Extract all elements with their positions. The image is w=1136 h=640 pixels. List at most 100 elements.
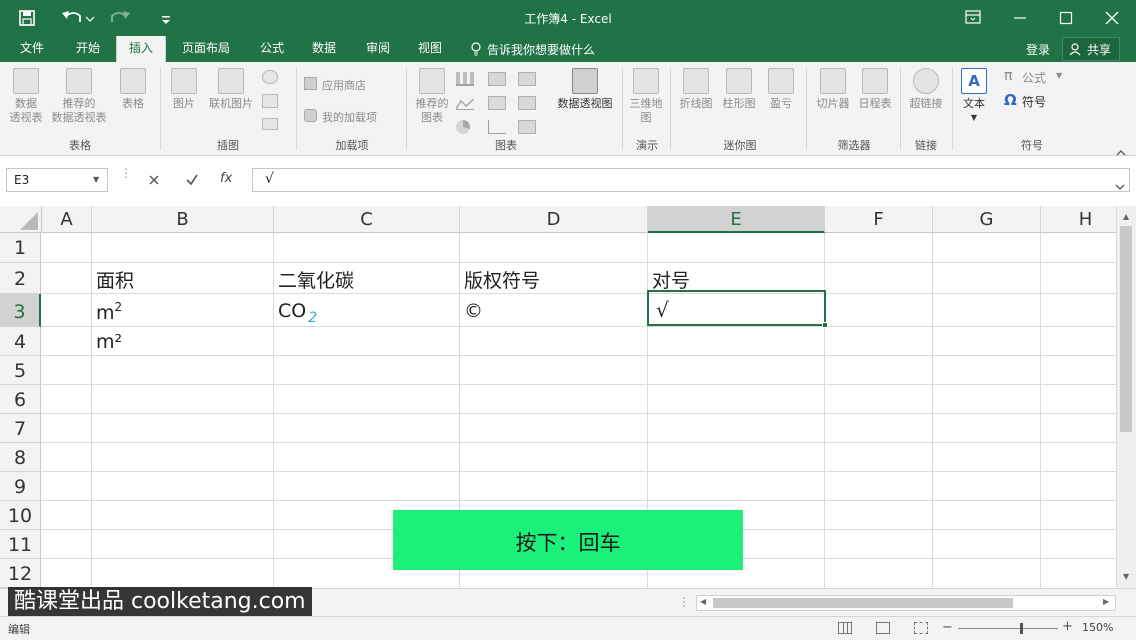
row-header-10[interactable]: 10 xyxy=(0,501,41,530)
combo-chart-icon[interactable] xyxy=(518,120,536,134)
row-header-12[interactable]: 12 xyxy=(0,559,41,588)
smartart-icon[interactable] xyxy=(262,94,278,108)
row-header-2[interactable]: 2 xyxy=(0,263,41,294)
pictures-button[interactable]: 图片 xyxy=(166,68,202,111)
cell-d3[interactable]: © xyxy=(464,300,483,322)
timeline-button[interactable]: 日程表 xyxy=(854,68,896,111)
insert-function-icon[interactable]: fx xyxy=(220,171,232,186)
tab-file[interactable]: 文件 xyxy=(12,36,52,62)
tab-insert[interactable]: 插入 xyxy=(116,36,166,62)
store-button[interactable]: 应用商店 xyxy=(304,76,400,94)
pie-chart-icon[interactable] xyxy=(456,120,470,134)
scroll-right-icon[interactable]: ▶ xyxy=(1103,597,1109,606)
row-header-1[interactable]: 1 xyxy=(0,233,41,263)
online-pictures-button[interactable]: 联机图片 xyxy=(204,68,258,111)
formula-input[interactable]: √ xyxy=(252,168,1130,192)
column-chart-icon[interactable] xyxy=(456,72,474,86)
scroll-left-icon[interactable]: ◀ xyxy=(700,597,706,606)
undo-icon[interactable] xyxy=(60,8,96,28)
tab-data[interactable]: 数据 xyxy=(304,36,344,62)
stat-chart-icon[interactable] xyxy=(488,96,506,110)
recommended-charts-button[interactable]: 推荐的 图表 xyxy=(412,68,452,125)
collapse-ribbon-icon[interactable] xyxy=(1116,142,1126,156)
row-header-7[interactable]: 7 xyxy=(0,414,41,443)
cell-d2[interactable]: 版权符号 xyxy=(464,266,540,293)
tab-home[interactable]: 开始 xyxy=(68,36,108,62)
cell-c2[interactable]: 二氧化碳 xyxy=(278,266,354,293)
col-header-d[interactable]: D xyxy=(460,206,648,233)
cell-c3[interactable]: CO 2 xyxy=(278,300,317,326)
pivot-table-button[interactable]: 数据 透视表 xyxy=(6,68,46,125)
shapes-icon[interactable] xyxy=(262,70,278,84)
row-header-6[interactable]: 6 xyxy=(0,385,41,414)
scroll-down-icon[interactable]: ▼ xyxy=(1123,572,1129,581)
sparkline-column-button[interactable]: 柱形图 xyxy=(718,68,760,111)
line-chart-icon[interactable] xyxy=(455,96,475,110)
col-header-e[interactable]: E xyxy=(648,206,825,233)
col-header-c[interactable]: C xyxy=(274,206,460,233)
equation-button[interactable]: π 公式 ▼ xyxy=(1004,68,1066,86)
row-header-9[interactable]: 9 xyxy=(0,472,41,501)
select-all-corner[interactable] xyxy=(0,206,42,233)
zoom-slider[interactable] xyxy=(958,628,1058,629)
close-icon[interactable] xyxy=(1104,10,1120,26)
h-scroll-thumb[interactable] xyxy=(713,598,1013,608)
tab-formulas[interactable]: 公式 xyxy=(252,36,292,62)
hierarchy-chart-icon[interactable] xyxy=(488,72,506,86)
sign-in-link[interactable]: 登录 xyxy=(1026,41,1050,58)
tab-review[interactable]: 审阅 xyxy=(358,36,398,62)
slicer-button[interactable]: 切片器 xyxy=(812,68,854,111)
screenshot-icon[interactable] xyxy=(262,118,278,130)
ribbon-display-icon[interactable] xyxy=(964,9,982,25)
share-button[interactable]: 共享 xyxy=(1062,37,1120,61)
symbol-button[interactable]: Ω 符号 xyxy=(1004,91,1066,110)
save-icon[interactable] xyxy=(18,9,36,27)
fill-handle[interactable] xyxy=(822,322,828,328)
expand-formula-icon[interactable] xyxy=(1115,176,1125,190)
cell-e3[interactable]: √ xyxy=(656,298,669,322)
col-header-f[interactable]: F xyxy=(825,206,933,233)
customize-qat-icon[interactable] xyxy=(160,11,172,24)
cell-b2[interactable]: 面积 xyxy=(96,266,134,293)
tab-page-layout[interactable]: 页面布局 xyxy=(176,36,236,62)
redo-icon[interactable] xyxy=(106,8,138,28)
cell-e2[interactable]: 对号 xyxy=(652,266,690,293)
normal-view-icon[interactable] xyxy=(838,622,852,634)
sparkline-line-button[interactable]: 折线图 xyxy=(676,68,716,111)
waterfall-chart-icon[interactable] xyxy=(518,96,536,110)
cell-b3[interactable]: m2 xyxy=(96,300,122,324)
cell-b4[interactable]: m² xyxy=(96,331,122,353)
text-button[interactable]: A 文本 ▼ xyxy=(956,68,992,125)
tell-me-box[interactable]: 告诉我你想要做什么 xyxy=(487,41,595,58)
pivot-chart-button[interactable]: 数据透视图 xyxy=(552,68,618,111)
col-header-g[interactable]: G xyxy=(933,206,1041,233)
bar-chart-icon[interactable] xyxy=(518,72,536,86)
horizontal-scrollbar[interactable]: ◀ ▶ xyxy=(696,595,1116,611)
col-header-h[interactable]: H xyxy=(1041,206,1116,233)
maximize-icon[interactable] xyxy=(1058,10,1074,26)
col-header-a[interactable]: A xyxy=(42,206,92,233)
scroll-up-icon[interactable]: ▲ xyxy=(1123,212,1129,221)
enter-check-icon[interactable] xyxy=(184,172,200,188)
zoom-level[interactable]: 150% xyxy=(1082,621,1113,634)
3d-map-button[interactable]: 三维地 图 xyxy=(626,68,666,125)
vertical-scrollbar[interactable]: ▲ ▼ xyxy=(1116,206,1136,588)
tab-view[interactable]: 视图 xyxy=(410,36,450,62)
name-box[interactable]: E3 ▼ xyxy=(6,168,108,192)
row-header-5[interactable]: 5 xyxy=(0,356,41,385)
chevron-down-icon[interactable]: ▼ xyxy=(93,175,99,184)
sparkline-winloss-button[interactable]: 盈亏 xyxy=(762,68,800,111)
row-header-4[interactable]: 4 xyxy=(0,327,41,356)
cancel-icon[interactable] xyxy=(146,172,162,188)
zoom-in-icon[interactable]: + xyxy=(1062,619,1073,634)
row-header-11[interactable]: 11 xyxy=(0,530,41,559)
active-cell-e3[interactable] xyxy=(647,290,826,326)
minimize-icon[interactable] xyxy=(1012,10,1028,26)
zoom-slider-thumb[interactable] xyxy=(1020,623,1023,634)
scroll-thumb[interactable] xyxy=(1120,226,1132,432)
worksheet-grid[interactable]: A B C D E F G H 1 2 3 4 5 6 7 8 9 10 11 … xyxy=(0,206,1116,588)
zoom-out-icon[interactable]: − xyxy=(942,620,953,635)
page-break-view-icon[interactable] xyxy=(914,622,928,634)
table-button[interactable]: 表格 xyxy=(114,68,152,111)
scatter-chart-icon[interactable] xyxy=(488,120,506,134)
